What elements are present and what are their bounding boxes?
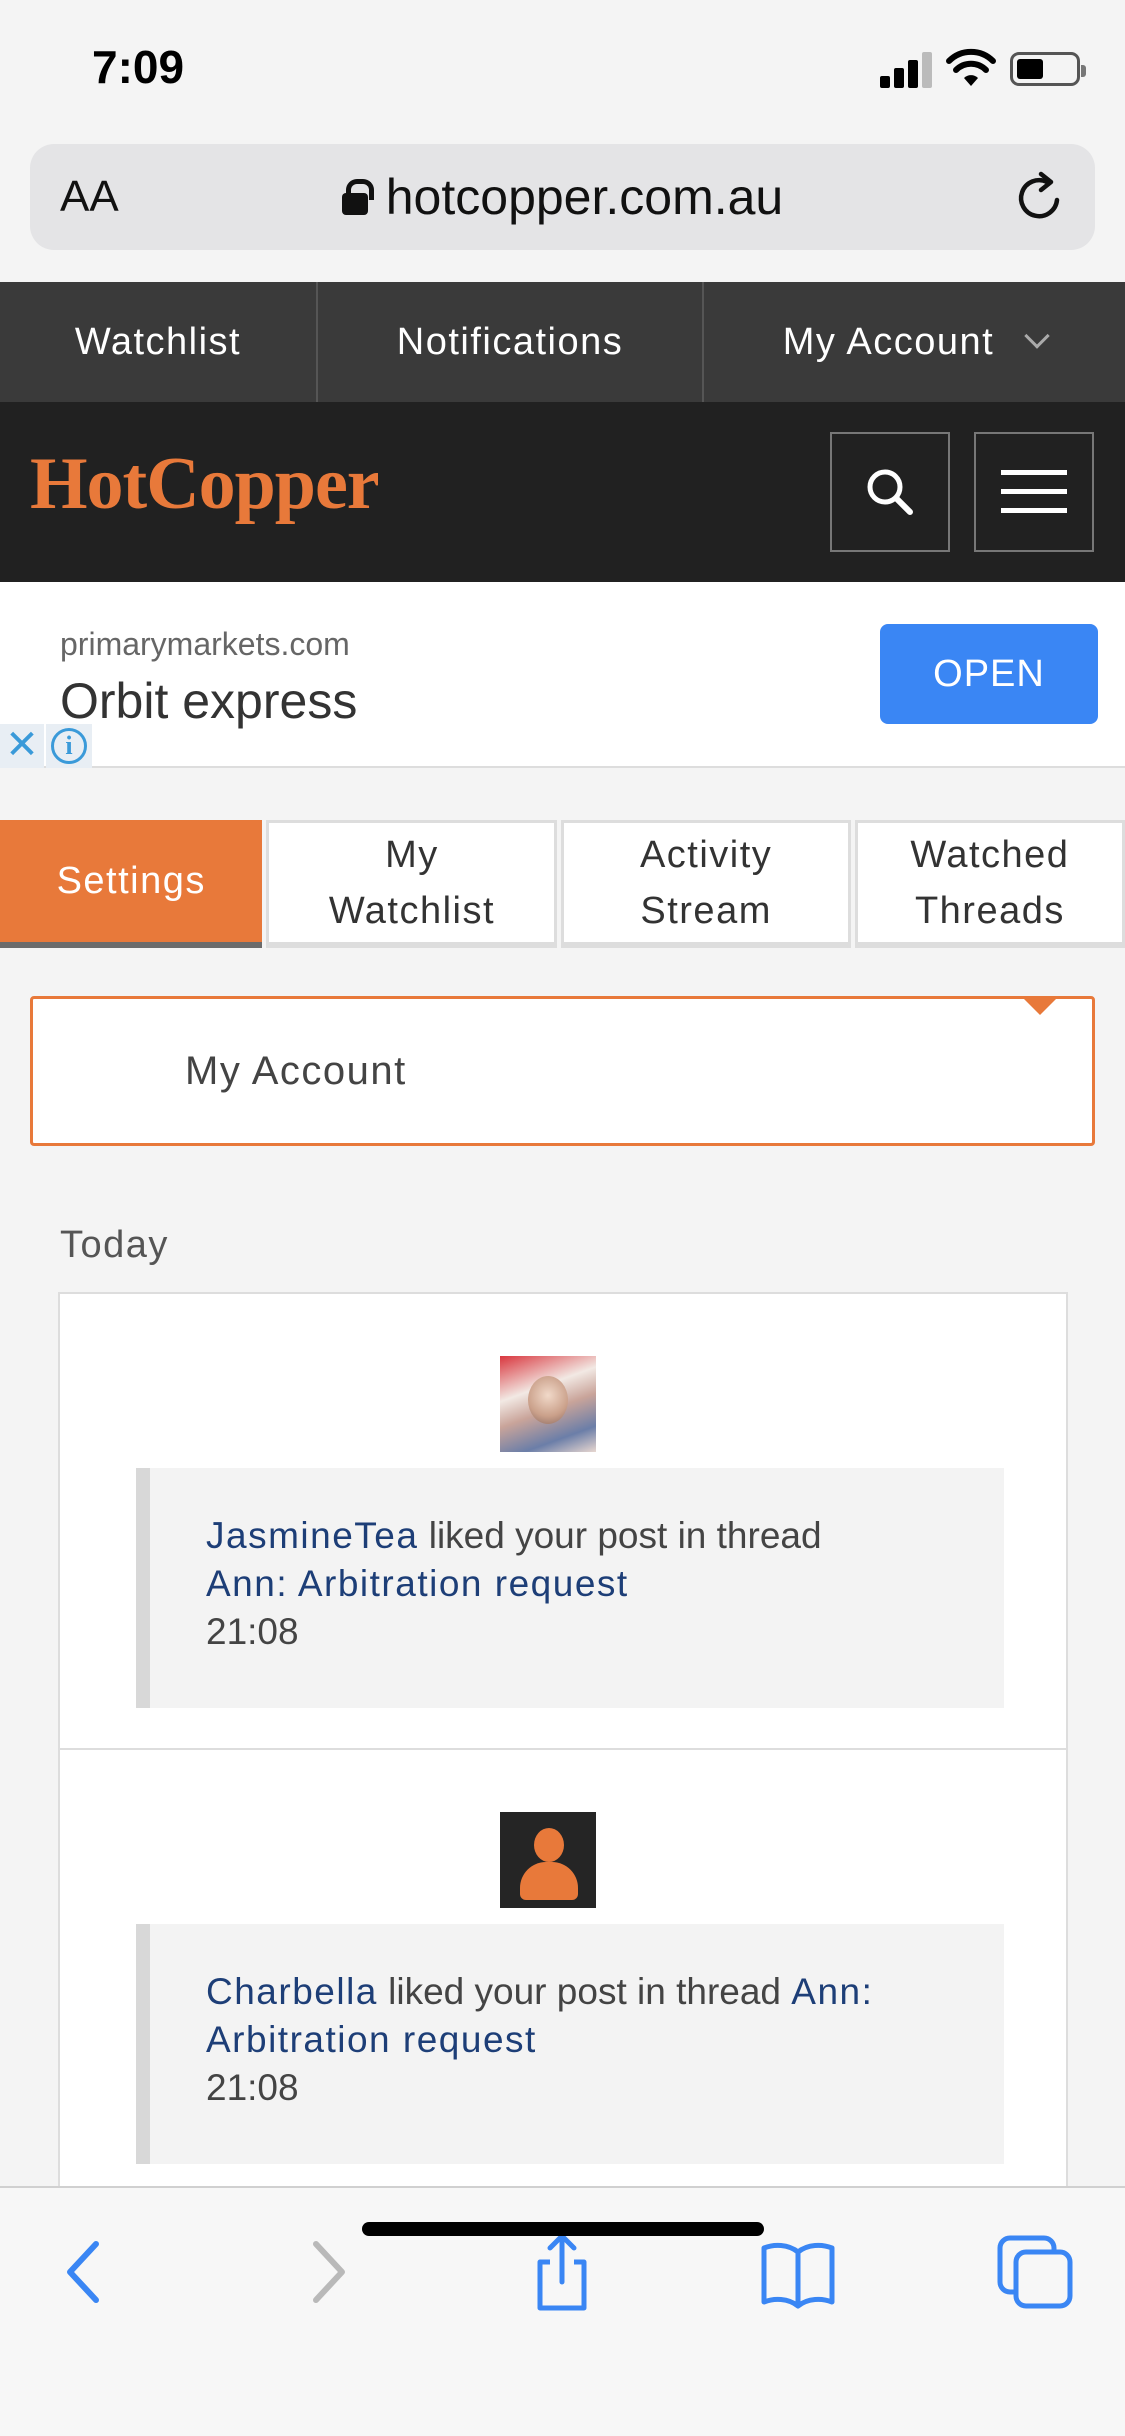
search-button[interactable] [830, 432, 950, 552]
url-text: hotcopper.com.au [385, 169, 784, 225]
default-user-icon[interactable] [500, 1812, 596, 1908]
account-tabs: Settings My Watchlist Activity Stream Wa… [0, 820, 1125, 948]
wifi-icon [946, 48, 996, 86]
account-section-selected: My Account [185, 1049, 407, 1093]
notification-time: 21:08 [206, 2067, 299, 2108]
ad-title: Orbit express [60, 673, 358, 729]
status-bar: 7:09 [0, 0, 1125, 140]
nav-notifications[interactable]: Notifications [318, 282, 704, 402]
home-indicator[interactable] [362, 2222, 764, 2236]
avatar[interactable] [500, 1356, 596, 1452]
tab-watched-threads-label: Watched Threads [910, 833, 1070, 932]
ad-domain: primarymarkets.com [60, 626, 350, 662]
top-nav: Watchlist Notifications My Account [0, 282, 1125, 402]
ad-banner[interactable]: primarymarkets.com Orbit express OPEN ✕ … [0, 582, 1125, 768]
reload-icon[interactable] [1013, 170, 1067, 224]
nav-watchlist-label: Watchlist [74, 320, 242, 363]
feed-item: Charbella liked your post in thread Ann:… [60, 1750, 1066, 2190]
ad-close-icon[interactable]: ✕ [0, 724, 44, 768]
tab-activity-stream-label: Activity Stream [639, 833, 773, 932]
menu-button[interactable] [974, 432, 1094, 552]
nav-watchlist[interactable]: Watchlist [0, 282, 318, 402]
feed-item: JasmineTea liked your post in thread Ann… [60, 1294, 1066, 1750]
back-icon[interactable] [46, 2232, 126, 2312]
notification-user-link[interactable]: Charbella [206, 1971, 378, 2012]
notification-box: Charbella liked your post in thread Ann:… [136, 1924, 1004, 2164]
lock-icon [341, 178, 374, 215]
chevron-down-icon [1024, 323, 1050, 349]
tab-settings[interactable]: Settings [0, 820, 263, 948]
tabs-icon[interactable] [996, 2232, 1076, 2312]
notification-time: 21:08 [206, 1611, 299, 1652]
tab-watched-threads[interactable]: Watched Threads [854, 820, 1125, 948]
forward-icon[interactable] [286, 2232, 366, 2312]
section-heading-today: Today [60, 1224, 169, 1266]
share-icon[interactable] [522, 2232, 602, 2312]
notification-action: liked your post in thread [388, 1971, 781, 2012]
brand-bar: HotCopper [0, 402, 1125, 582]
ad-open-button[interactable]: OPEN [880, 624, 1098, 724]
tab-settings-label: Settings [56, 860, 206, 902]
hotcopper-logo[interactable]: HotCopper [30, 442, 380, 527]
nav-my-account[interactable]: My Account [704, 282, 1125, 402]
url-field[interactable]: hotcopper.com.au [30, 168, 1095, 226]
account-section-select[interactable]: My Account [30, 996, 1095, 1146]
notification-user-link[interactable]: JasmineTea [206, 1515, 418, 1556]
bookmarks-icon[interactable] [758, 2232, 838, 2312]
cellular-signal-icon [880, 52, 934, 88]
activity-feed: JasmineTea liked your post in thread Ann… [58, 1292, 1068, 2192]
search-icon [867, 469, 913, 515]
tab-activity-stream[interactable]: Activity Stream [561, 820, 851, 948]
browser-url-bar[interactable]: AA hotcopper.com.au [30, 144, 1095, 250]
status-time: 7:09 [92, 41, 185, 93]
ad-info-icon[interactable]: i [46, 724, 92, 768]
nav-notifications-label: Notifications [396, 320, 624, 363]
hamburger-menu-icon [1001, 470, 1067, 513]
notification-box: JasmineTea liked your post in thread Ann… [136, 1468, 1004, 1708]
nav-my-account-label: My Account [782, 320, 995, 363]
caret-down-icon [1024, 999, 1056, 1015]
battery-icon [1010, 52, 1086, 86]
tab-my-watchlist[interactable]: My Watchlist [266, 820, 558, 948]
notification-thread-link[interactable]: Ann: Arbitration request [206, 1563, 629, 1604]
notification-action: liked your post in thread [428, 1515, 822, 1556]
tab-my-watchlist-label: My Watchlist [328, 833, 496, 932]
